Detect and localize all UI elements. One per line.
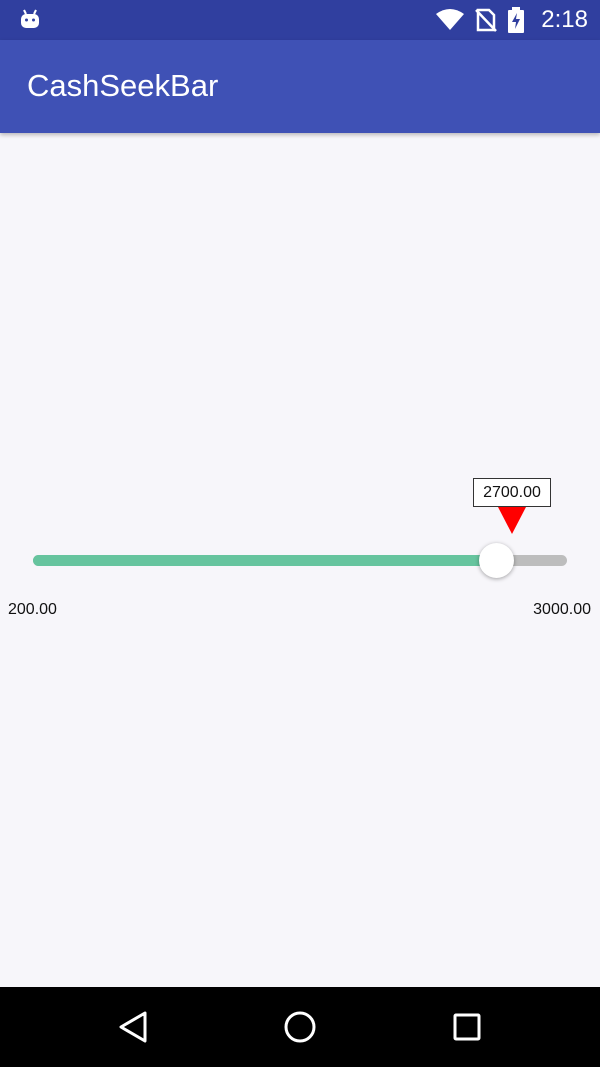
app-title: CashSeekBar [27, 68, 219, 103]
app-bar: CashSeekBar [0, 40, 600, 133]
cash-seekbar[interactable]: 2700.00 200.00 3000.00 [0, 470, 600, 630]
recents-icon [453, 1013, 481, 1041]
back-icon [119, 1011, 147, 1043]
battery-charging-icon [508, 7, 525, 33]
wifi-icon [436, 9, 465, 30]
recents-button[interactable] [447, 1007, 487, 1047]
seekbar-thumb[interactable] [479, 543, 515, 578]
value-pointer-icon [498, 507, 526, 534]
min-value-label: 200.00 [8, 601, 57, 618]
status-time: 2:18 [541, 6, 588, 33]
status-bar: 2:18 [0, 0, 600, 40]
back-button[interactable] [113, 1007, 153, 1047]
max-value-label: 3000.00 [533, 601, 591, 618]
home-icon [284, 1011, 316, 1043]
screen: 2:18 CashSeekBar 2700.00 200.00 3000.00 [0, 0, 600, 1067]
current-value-label: 2700.00 [473, 478, 551, 507]
seekbar-progress [33, 555, 497, 566]
nav-bar [0, 987, 600, 1067]
status-icons: 2:18 [435, 0, 588, 40]
no-sim-icon [475, 8, 498, 32]
home-button[interactable] [280, 1007, 320, 1047]
android-icon [21, 9, 39, 28]
